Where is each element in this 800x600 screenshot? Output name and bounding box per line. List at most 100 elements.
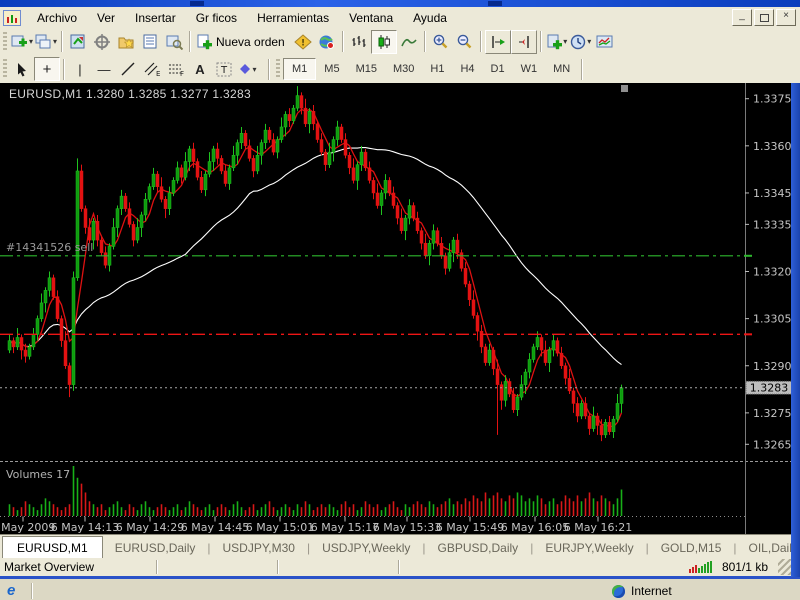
tab-eurusd-m1[interactable]: EURUSD,M1 (2, 536, 103, 559)
volumes-label: Volumes 17 (6, 468, 70, 481)
auto-scroll-icon (492, 35, 505, 48)
timeframe-m5[interactable]: M5 (316, 59, 347, 79)
new-chart-icon (11, 35, 27, 46)
title-bar[interactable] (0, 0, 800, 7)
metaeditor-button[interactable]: ! (291, 31, 315, 53)
price-axis-label: 1.3305 (753, 313, 792, 326)
toolbar-grip[interactable] (3, 59, 7, 79)
dropdown-arrow-icon: ▾ (587, 37, 592, 46)
fibonacci-button[interactable]: F (164, 58, 188, 80)
price-axis-label: 1.3345 (753, 187, 792, 200)
standard-toolbar: ▾ ▾ Nueva orden ! ▾ ▾ (0, 28, 800, 55)
tab-usdjpy-m30[interactable]: USDJPY,M30 (211, 538, 307, 559)
time-axis-label: 6 May 16:21 (564, 521, 632, 534)
menu-herramientas[interactable]: Herramientas (247, 9, 339, 27)
zoom-in-button[interactable] (429, 31, 453, 53)
terminal-button[interactable] (138, 31, 162, 53)
timeframe-mn[interactable]: MN (545, 59, 578, 79)
text-button[interactable]: A (188, 58, 212, 80)
price-axis-label: 1.3335 (753, 218, 792, 231)
templates-button[interactable] (593, 31, 617, 53)
cursor-icon (18, 62, 26, 76)
tab-eurjpy-weekly[interactable]: EURJPY,Weekly (533, 538, 645, 559)
crosshair-button[interactable]: + (34, 57, 60, 81)
tab-eurusd-daily[interactable]: EURUSD,Daily (103, 538, 208, 559)
new-chart-button[interactable]: ▾ (10, 31, 34, 53)
dropdown-arrow-icon: ▾ (252, 64, 257, 74)
toolbar-separator (423, 31, 426, 52)
trendline-icon (121, 62, 135, 76)
minimize-button[interactable]: _ (732, 9, 752, 26)
new-order-label[interactable]: Nueva orden (216, 35, 285, 49)
close-button[interactable]: × (776, 9, 796, 26)
timeframe-m30[interactable]: M30 (385, 59, 422, 79)
text-icon: A (195, 61, 205, 77)
bar-chart-button[interactable] (347, 31, 371, 53)
chart-area[interactable]: EURUSD,M1 1.3280 1.3285 1.3277 1.3283 #1… (0, 83, 800, 534)
arrows-icon (240, 64, 251, 74)
chart-canvas[interactable]: #14341526 sell 1.3375 1.3360 1.3345 1.3335 1.… (0, 83, 800, 534)
status-text: Market Overview (4, 560, 95, 574)
experts-globe-icon (319, 35, 335, 49)
profiles-button[interactable]: ▾ (34, 31, 58, 53)
market-watch-button[interactable] (66, 31, 90, 53)
periods-button[interactable]: ▾ (569, 31, 593, 53)
price-axis-label: 1.3275 (753, 407, 792, 420)
chart-shift-icon (518, 35, 529, 48)
menu-graficos[interactable]: Gr ficos (186, 9, 247, 27)
timeframe-h4[interactable]: H4 (452, 59, 482, 79)
equidistant-channel-button[interactable]: E (140, 58, 164, 80)
taskbar-internet-item[interactable]: Internet (612, 584, 672, 598)
cursor-button[interactable] (10, 58, 34, 80)
expert-advisors-button[interactable] (315, 31, 339, 53)
toolbar-separator (189, 31, 191, 52)
timeframe-d1[interactable]: D1 (483, 59, 513, 79)
tab-gold-m15[interactable]: GOLD,M15 (649, 538, 734, 559)
menu-archivo[interactable]: Archivo (27, 9, 87, 27)
zoom-out-button[interactable] (453, 31, 477, 53)
tab-gbpusd-daily[interactable]: GBPUSD,Daily (426, 538, 531, 559)
menu-insertar[interactable]: Insertar (125, 9, 186, 27)
strategy-tester-button[interactable] (162, 31, 186, 53)
trendline-button[interactable] (116, 58, 140, 80)
internet-explorer-icon[interactable]: e (7, 583, 23, 599)
toolbar-grip[interactable] (3, 31, 7, 52)
templates-icon (596, 35, 613, 47)
line-chart-button[interactable] (397, 31, 421, 53)
zoom-out-icon (457, 34, 472, 48)
restore-button[interactable] (754, 9, 774, 26)
tab-usdjpy-weekly[interactable]: USDJPY,Weekly (310, 538, 422, 559)
toolbar-grip[interactable] (276, 59, 280, 79)
arrows-button[interactable]: ▾ (236, 58, 260, 80)
timeframe-m15[interactable]: M15 (348, 59, 385, 79)
menu-ventana[interactable]: Ventana (339, 9, 403, 27)
toolbar-separator (341, 31, 344, 52)
profiles-icon (35, 34, 51, 48)
dropdown-arrow-icon: ▾ (28, 37, 33, 46)
timeframe-h1[interactable]: H1 (422, 59, 452, 79)
vertical-line-button[interactable]: | (68, 58, 92, 80)
candlestick-chart-button[interactable] (370, 29, 397, 54)
text-label-button[interactable]: T (212, 58, 236, 80)
chart-window-icon[interactable] (3, 9, 21, 26)
window-right-border (791, 83, 800, 577)
line-studies-toolbar: + | — E F A T ▾ M1 M5 M15 M30 H1 H4 D1 W… (0, 55, 800, 85)
application-window: Archivo Ver Insertar Gr ficos Herramient… (0, 0, 800, 600)
titlebar-decoration (190, 1, 204, 6)
menu-ver[interactable]: Ver (87, 9, 125, 27)
new-order-button[interactable] (194, 31, 214, 53)
timeframe-w1[interactable]: W1 (513, 59, 546, 79)
auto-scroll-button[interactable] (484, 29, 511, 54)
horizontal-line-button[interactable]: — (92, 58, 116, 80)
tester-icon (166, 35, 183, 50)
price-axis-label: 1.3265 (753, 438, 792, 451)
chart-shift-marker (621, 85, 628, 92)
connection-signal-icon (688, 561, 712, 573)
history-center-button[interactable] (114, 31, 138, 53)
navigator-button[interactable] (90, 31, 114, 53)
timeframe-m1[interactable]: M1 (283, 58, 317, 80)
chart-shift-button[interactable] (510, 29, 537, 54)
menu-ayuda[interactable]: Ayuda (403, 9, 457, 27)
indicators-button[interactable]: ▾ (545, 31, 569, 53)
zoom-in-icon (433, 34, 448, 48)
